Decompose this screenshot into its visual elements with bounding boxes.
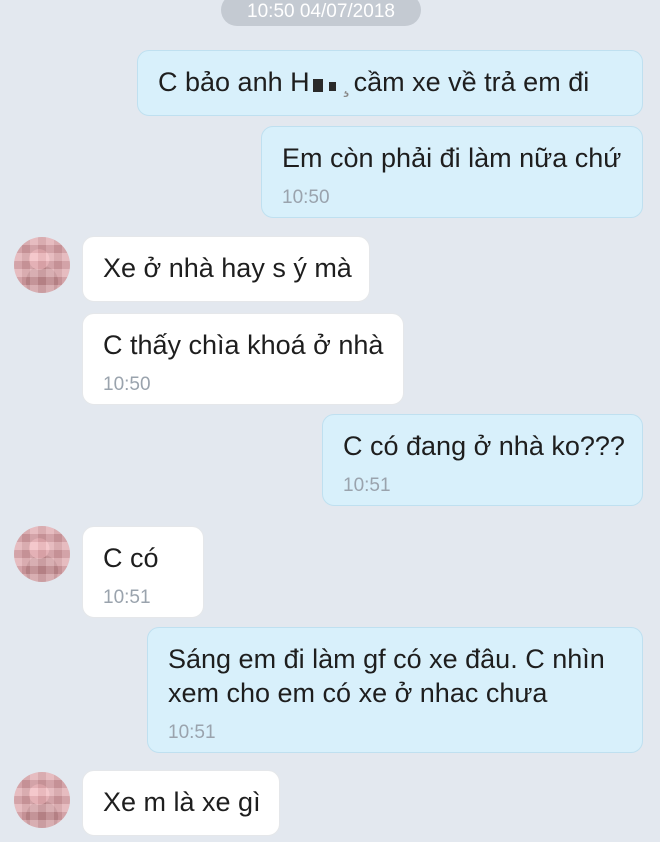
message-text: Xe ở nhà hay s ý mà	[103, 253, 352, 283]
message-text-line: xem cho em có xe ở nhac chưa	[168, 678, 548, 708]
outgoing-message[interactable]: Em còn phải đi làm nữa chứ 10:50	[261, 126, 643, 218]
message-text: C có	[103, 543, 159, 573]
message-text: C thấy chìa khoá ở nhà	[103, 330, 384, 360]
date-separator: 10:50 04/07/2018	[221, 0, 421, 26]
message-timestamp: 10:51	[343, 475, 391, 496]
message-timestamp: 10:50	[103, 374, 151, 395]
message-text-line: Sáng em đi làm gf có xe đâu. C nhìn	[168, 644, 605, 674]
message-text: Xe m là xe gì	[103, 787, 261, 817]
outgoing-message[interactable]: Sáng em đi làm gf có xe đâu. C nhìn xem …	[147, 627, 643, 753]
message-timestamp: 10:51	[168, 722, 216, 743]
message-timestamp: 10:50	[282, 187, 330, 208]
message-text: Em còn phải đi làm nữa chứ	[282, 143, 622, 173]
contact-avatar[interactable]	[14, 772, 70, 828]
incoming-message[interactable]: C thấy chìa khoá ở nhà 10:50	[82, 313, 404, 405]
redaction-mark	[312, 79, 323, 92]
contact-avatar[interactable]	[14, 526, 70, 582]
message-text-start: C bảo anh H	[158, 67, 310, 97]
chat-thread: 10:50 04/07/2018 C bảo anh H ̧ cầm xe về…	[0, 0, 660, 842]
message-timestamp: 10:51	[103, 587, 151, 608]
outgoing-message[interactable]: C có đang ở nhà ko??? 10:51	[322, 414, 643, 506]
redaction-mark	[328, 82, 336, 91]
contact-avatar[interactable]	[14, 237, 70, 293]
message-text: C có đang ở nhà ko???	[343, 431, 625, 461]
message-text: C bảo anh H ̧ cầm xe về trả em đi	[158, 67, 590, 97]
message-text: Sáng em đi làm gf có xe đâu. C nhìn xem …	[168, 642, 605, 710]
message-text-end: cầm xe về trả em đi	[353, 67, 590, 97]
incoming-message[interactable]: Xe m là xe gì	[82, 770, 280, 836]
incoming-message[interactable]: C có 10:51	[82, 526, 204, 618]
outgoing-message[interactable]: C bảo anh H ̧ cầm xe về trả em đi	[137, 50, 643, 116]
incoming-message[interactable]: Xe ở nhà hay s ý mà	[82, 236, 370, 302]
